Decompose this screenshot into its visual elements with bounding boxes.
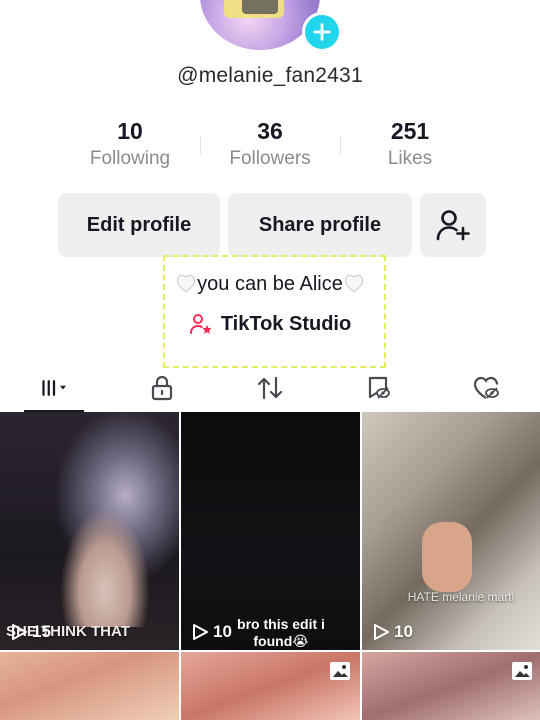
profile-action-buttons: Edit profile Share profile — [58, 193, 486, 257]
view-count-value: 10 — [213, 622, 232, 641]
tab-private[interactable] — [108, 364, 216, 412]
stat-followers[interactable]: 36 Followers — [200, 116, 340, 176]
photo-icon — [330, 662, 350, 680]
white-heart-icon — [176, 274, 196, 293]
view-count-value: 10 — [394, 622, 413, 641]
stat-value: 251 — [390, 118, 430, 144]
video-thumbnail[interactable] — [0, 652, 179, 720]
photo-post-thumbnail[interactable] — [181, 652, 360, 720]
repost-icon — [257, 376, 283, 400]
stat-value: 36 — [257, 118, 283, 144]
video-grid: SHE THINK THAT 15 bro this edit i found😭… — [0, 412, 540, 720]
view-count: 15 — [10, 622, 51, 642]
studio-person-star-icon — [189, 314, 212, 334]
video-thumbnail[interactable]: HATE melanie marti 10 — [362, 412, 540, 650]
share-profile-button[interactable]: Share profile — [228, 193, 412, 257]
add-friends-button[interactable] — [420, 193, 486, 257]
stat-label: Following — [89, 148, 171, 169]
lock-icon — [151, 375, 173, 401]
username: @melanie_fan2431 — [177, 64, 363, 87]
bio[interactable]: you can be Alice — [0, 273, 540, 296]
tab-videos[interactable] — [0, 364, 108, 412]
video-caption: bro this edit i found😭 — [237, 616, 325, 649]
play-icon — [12, 624, 27, 640]
liked-hidden-icon — [473, 376, 499, 399]
photo-icon — [512, 662, 532, 680]
add-person-icon — [436, 210, 470, 241]
play-icon — [374, 624, 389, 640]
profile-stats: 10 Following 36 Followers 251 Likes — [60, 116, 480, 176]
thumbnail-hand — [422, 522, 472, 592]
video-thumbnail[interactable]: bro this edit i found😭 10 — [181, 412, 360, 650]
view-count: 10 — [372, 622, 413, 642]
stat-following[interactable]: 10 Following — [60, 116, 200, 176]
add-story-plus-icon[interactable] — [302, 12, 342, 52]
edit-profile-button[interactable]: Edit profile — [58, 193, 220, 257]
view-count: 10 — [191, 622, 232, 642]
video-thumbnail[interactable]: SHE THINK THAT 15 — [0, 412, 179, 650]
videos-grid-icon — [42, 380, 66, 396]
tab-favorites[interactable] — [324, 364, 432, 412]
view-count-value: 15 — [32, 622, 51, 641]
bookmark-hidden-icon — [368, 376, 390, 399]
stat-label: Likes — [387, 148, 433, 169]
tiktok-studio-link[interactable]: TikTok Studio — [0, 312, 540, 336]
stat-value: 10 — [117, 118, 143, 144]
video-caption: HATE melanie marti — [407, 590, 515, 604]
stat-likes[interactable]: 251 Likes — [340, 116, 480, 176]
stat-label: Followers — [229, 148, 311, 169]
profile-avatar[interactable] — [200, 0, 342, 52]
profile-tabs — [0, 364, 540, 412]
white-heart-icon — [344, 274, 364, 293]
bio-text: you can be Alice — [197, 273, 343, 295]
thumbnail-figure — [60, 507, 150, 627]
play-icon — [193, 624, 208, 640]
studio-link-label: TikTok Studio — [220, 312, 352, 335]
tab-liked[interactable] — [432, 364, 540, 412]
tab-reposts[interactable] — [216, 364, 324, 412]
photo-post-thumbnail[interactable] — [362, 652, 540, 720]
